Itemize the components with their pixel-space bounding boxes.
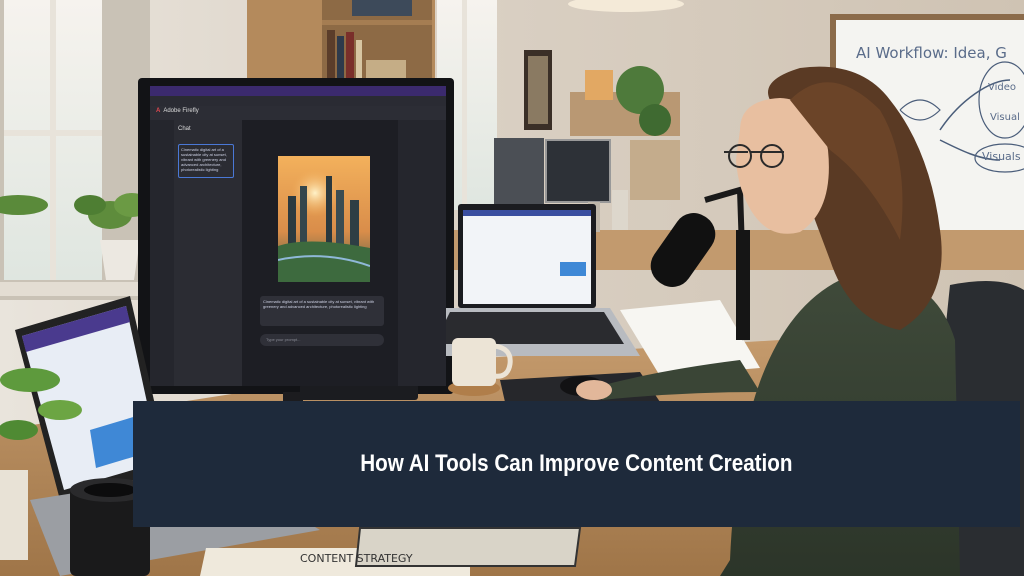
browser-tab-bar[interactable] [150, 86, 446, 96]
chat-message: Cinematic digital art of a sustainable c… [260, 296, 384, 326]
generated-city-image [278, 156, 370, 282]
whiteboard-node-video: Video [988, 82, 1017, 93]
whiteboard-node-visual: Visual [990, 112, 1020, 123]
firefly-logo-icon: A [156, 108, 161, 114]
browser-url-bar[interactable] [150, 96, 446, 106]
wall-picture [524, 50, 552, 130]
app-header: A Adobe Firefly [150, 106, 446, 120]
prompt-input[interactable]: Type your prompt... [260, 334, 384, 346]
whiteboard-heading: AI Workflow: Idea, G [856, 44, 1007, 62]
caption-band: How AI Tools Can Improve Content Creatio… [133, 401, 1020, 527]
tool-sidebar[interactable] [150, 120, 174, 386]
notebook-cover-text: CONTENT STRATEGY [300, 552, 413, 565]
whiteboard-node-visuals: Visuals [982, 150, 1021, 163]
monitor-screen: A Adobe Firefly Chat Cinematic digital ar… [150, 86, 446, 386]
settings-panel[interactable] [398, 120, 446, 386]
chat-panel: Chat Cinematic digital art of a sustaina… [174, 120, 242, 386]
prompt-card[interactable]: Cinematic digital art of a sustainable c… [178, 144, 234, 178]
caption-title: How AI Tools Can Improve Content Creatio… [360, 450, 793, 477]
app-name: Adobe Firefly [163, 108, 199, 114]
chat-title: Chat [178, 126, 191, 132]
